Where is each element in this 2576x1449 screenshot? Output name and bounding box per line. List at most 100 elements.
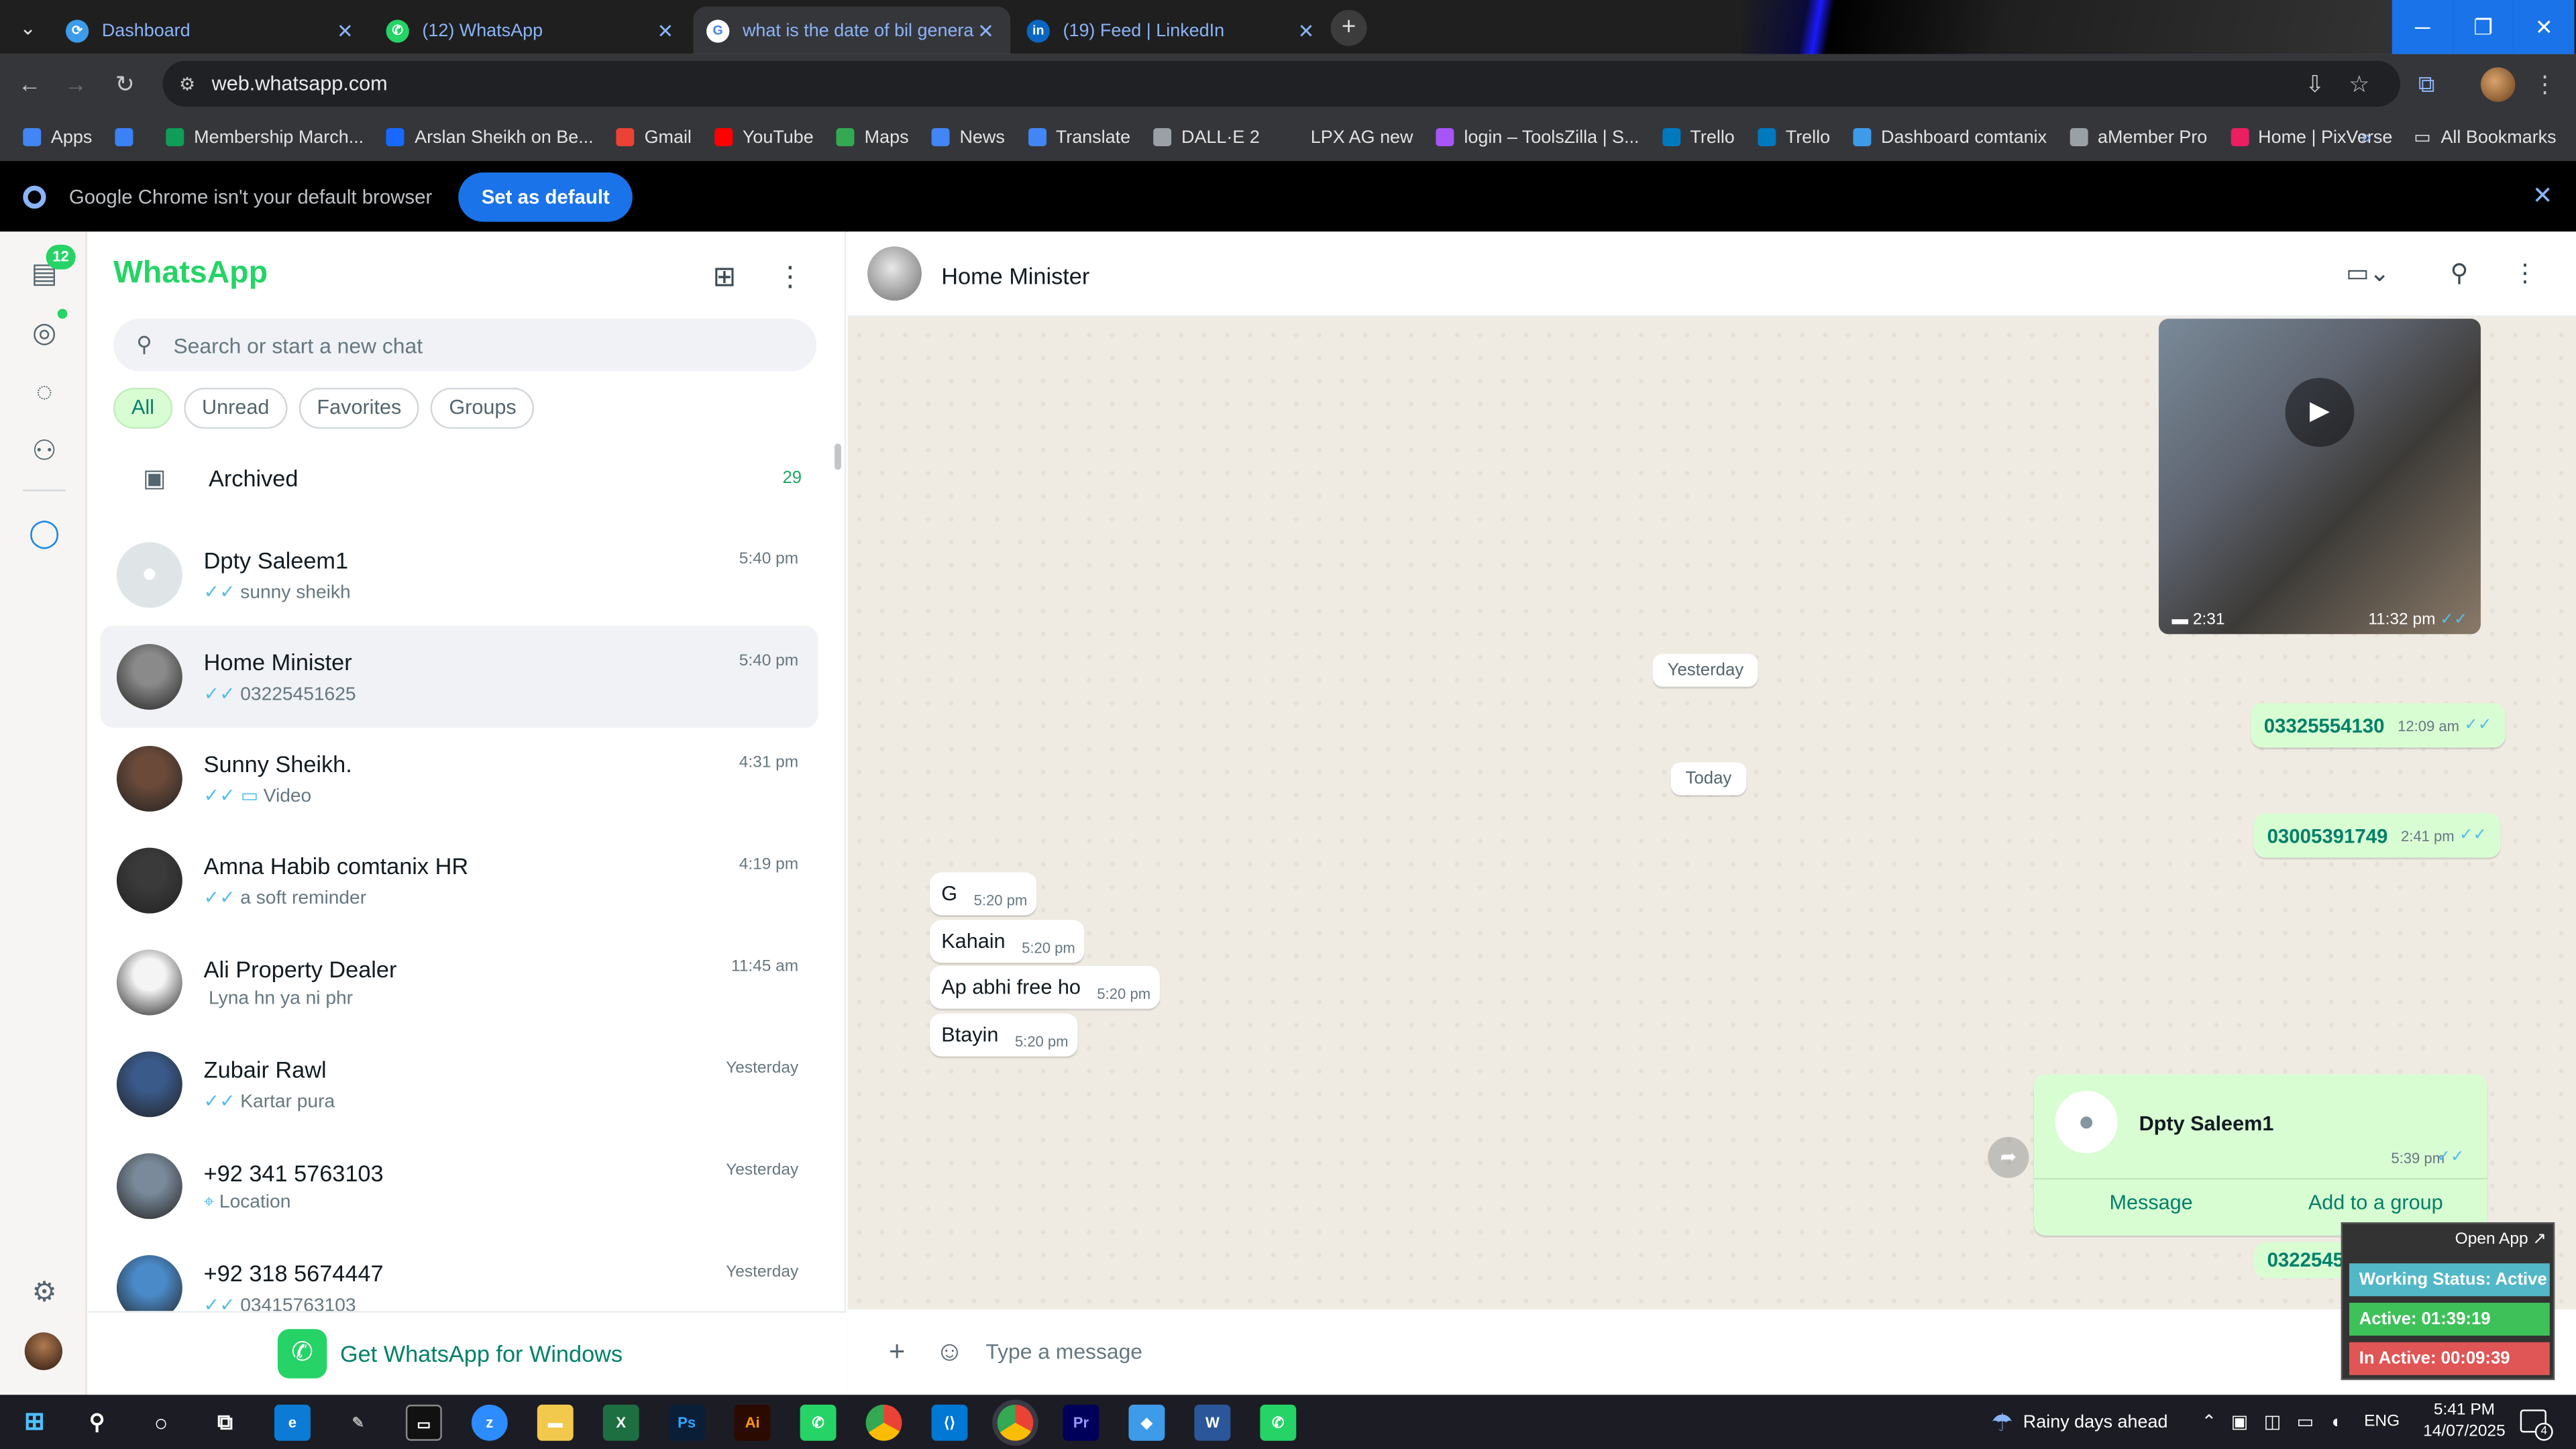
tab-close-icon[interactable]: ✕ [1295, 19, 1318, 42]
chat-list-item[interactable]: Sunny Sheikh. ✓✓ ▭ Video 4:31 pm [100, 728, 818, 830]
zoom-icon[interactable]: z [471, 1404, 508, 1441]
app-icon[interactable]: ◆ [1128, 1404, 1165, 1441]
status-icon[interactable]: ◎ [26, 315, 62, 352]
bookmark-item[interactable]: News [931, 127, 1005, 147]
tray-icon-1[interactable]: ▣ [2231, 1395, 2248, 1449]
contact-card-message[interactable]: ● Dpty Saleem1 5:39 pm ✓✓ Message Add to… [2033, 1074, 2487, 1236]
set-default-button[interactable]: Set as default [458, 171, 633, 221]
pen-icon[interactable]: ✎ [340, 1405, 376, 1441]
contact-message-button[interactable]: Message [2109, 1191, 2192, 1214]
message-input[interactable]: Type a message [985, 1339, 1142, 1364]
incoming-message[interactable]: Kahain 5:20 pm [930, 920, 1085, 963]
bookmark-item[interactable] [115, 128, 144, 146]
file-explorer-icon[interactable]: ▬ [537, 1404, 574, 1441]
bookmark-item[interactable]: login – ToolsZilla | S... [1436, 127, 1640, 147]
forward-icon[interactable]: → [61, 69, 91, 99]
open-app-button[interactable]: Open App ↗ [2455, 1229, 2546, 1252]
video-call-icon[interactable]: ▭⌄ [2346, 256, 2390, 292]
chat-list-item[interactable]: +92 341 5763103 ⌖ Location Yesterday [100, 1135, 818, 1237]
browser-tab[interactable]: ⟳ Dashboard ✕ [52, 7, 370, 54]
browser-tab[interactable]: in (19) Feed | LinkedIn ✕ [1014, 7, 1331, 54]
weather-widget[interactable]: ☂ Rainy days ahead [1991, 1395, 2167, 1449]
outgoing-message[interactable]: 03325554130 12:09 am ✓✓ [2251, 703, 2506, 748]
word-icon[interactable]: W [1194, 1404, 1231, 1441]
chat-avatar[interactable] [116, 949, 182, 1016]
browser-tab[interactable]: ✆ (12) WhatsApp ✕ [373, 7, 690, 54]
search-icon[interactable]: ⚲ [79, 1405, 115, 1441]
outgoing-message[interactable]: 03005391749 2:41 pm ✓✓ [2254, 813, 2500, 858]
emoji-sticker-icon[interactable]: ☺ [932, 1334, 968, 1371]
illustrator-icon[interactable]: Ai [734, 1404, 771, 1441]
chat-avatar[interactable] [116, 745, 182, 812]
archived-row[interactable]: ▣ Archived 29 [113, 445, 824, 511]
filter-chip[interactable]: Groups [431, 387, 535, 429]
site-info-icon[interactable]: ⚙ [179, 73, 195, 94]
forward-icon[interactable]: ➦ [1988, 1136, 2029, 1178]
minimize-button[interactable]: ─ [2392, 0, 2453, 54]
incoming-message[interactable]: Ap abhi free ho 5:20 pm [930, 966, 1161, 1009]
back-icon[interactable]: ← [15, 69, 44, 99]
bookmark-item[interactable]: Translate [1028, 127, 1130, 147]
bookmark-item[interactable]: Trello [1662, 127, 1735, 147]
contact-name[interactable]: Home Minister [941, 263, 1089, 289]
whatsapp-app-icon-2[interactable]: ✆ [1260, 1404, 1297, 1441]
attach-plus-icon[interactable]: + [879, 1334, 915, 1371]
add-to-group-button[interactable]: Add to a group [2308, 1191, 2443, 1214]
chat-list-item[interactable]: ● Dpty Saleem1 ✓✓ sunny sheikh 5:40 pm [100, 524, 818, 626]
notification-center-icon[interactable]: 4 [2520, 1409, 2553, 1441]
bookmark-item[interactable]: YouTube [714, 127, 814, 147]
bookmark-item[interactable]: Apps [23, 127, 92, 147]
language-indicator[interactable]: ENG [2364, 1395, 2400, 1449]
chat-avatar[interactable]: ● [116, 542, 182, 608]
chat-list-item[interactable]: Zubair Rawl ✓✓ Kartar pura Yesterday [100, 1033, 818, 1135]
contact-avatar[interactable] [867, 246, 922, 301]
bookmark-item[interactable]: Dashboard comtanix [1853, 127, 2047, 147]
search-chat-icon[interactable]: ⚲ [2441, 256, 2477, 292]
incoming-message[interactable]: Btayin 5:20 pm [930, 1014, 1079, 1057]
close-window-button[interactable]: ✕ [2513, 0, 2575, 54]
communities-icon[interactable]: ⚇ [26, 434, 62, 470]
tab-close-icon[interactable]: ✕ [333, 19, 356, 42]
bookmark-item[interactable]: Arslan Sheikh on Be... [386, 127, 594, 147]
profile-avatar[interactable] [2480, 67, 2516, 102]
chat-list-item[interactable]: +92 318 5674447 ✓✓ 03415763103 Yesterday [100, 1237, 818, 1313]
chat-list-item[interactable]: Amna Habib comtanix HR ✓✓ a soft reminder 4… [100, 830, 818, 932]
banner-close-icon[interactable]: ✕ [2532, 180, 2553, 211]
restore-button[interactable]: ❐ [2453, 0, 2514, 54]
chat-avatar[interactable] [116, 1255, 182, 1313]
new-tab-button[interactable]: + [1330, 9, 1367, 46]
edge-icon[interactable]: e [274, 1404, 311, 1441]
browser-tab[interactable]: Gwhat is the date of bil generati ✕ [693, 6, 1011, 54]
address-bar[interactable]: ⚙ web.whatsapp.com [162, 60, 2400, 107]
clock[interactable]: 5:41 PM 14/07/2025 [2415, 1400, 2514, 1443]
tab-close-icon[interactable]: ✕ [654, 19, 677, 42]
settings-icon[interactable]: ⚙ [26, 1275, 62, 1311]
chat-avatar[interactable] [116, 1051, 182, 1118]
bookmark-item[interactable]: Membership March... [166, 127, 364, 147]
start-icon[interactable]: ⊞ [16, 1405, 52, 1441]
more-bookmarks-icon[interactable]: » [2361, 127, 2371, 147]
reload-icon[interactable]: ↻ [110, 69, 140, 99]
channels-icon[interactable]: ◌ [26, 374, 62, 411]
play-icon[interactable]: ▶ [2285, 378, 2355, 447]
get-whatsapp-windows-banner[interactable]: ✆ Get WhatsApp for Windows [89, 1311, 847, 1395]
tab-search-icon[interactable]: ⌄ [13, 13, 43, 43]
task-view-icon[interactable]: ⧉ [207, 1405, 244, 1441]
chat-menu-icon[interactable]: ⋮ [2507, 256, 2543, 292]
search-input[interactable]: ⚲ Search or start a new chat [113, 319, 817, 372]
vscode-icon[interactable]: ⟨⟩ [931, 1404, 968, 1441]
filter-chip[interactable]: All [113, 387, 172, 429]
network-icon[interactable]: ▭ [2297, 1395, 2314, 1449]
chat-list-item[interactable]: Ali Property Dealer Lyna hn ya ni phr 11:4… [100, 932, 818, 1034]
terminal-icon[interactable]: ▭ [405, 1404, 442, 1441]
video-message[interactable]: ▶ ▬ 2:31 11:32 pm ✓✓ [2158, 319, 2481, 635]
filter-chip[interactable]: Unread [184, 387, 288, 429]
bookmark-item[interactable]: aMember Pro [2070, 127, 2207, 147]
new-chat-icon[interactable]: ⊞ [706, 260, 743, 296]
tray-chevron-icon[interactable]: ⌃ [2202, 1395, 2217, 1449]
chrome-app-icon[interactable] [865, 1404, 902, 1441]
photoshop-icon[interactable]: Ps [668, 1404, 705, 1441]
bookmark-item[interactable]: DALL·E 2 [1153, 127, 1260, 147]
tray-icon-2[interactable]: ◫ [2264, 1395, 2281, 1449]
bookmark-item[interactable]: Trello [1758, 127, 1830, 147]
